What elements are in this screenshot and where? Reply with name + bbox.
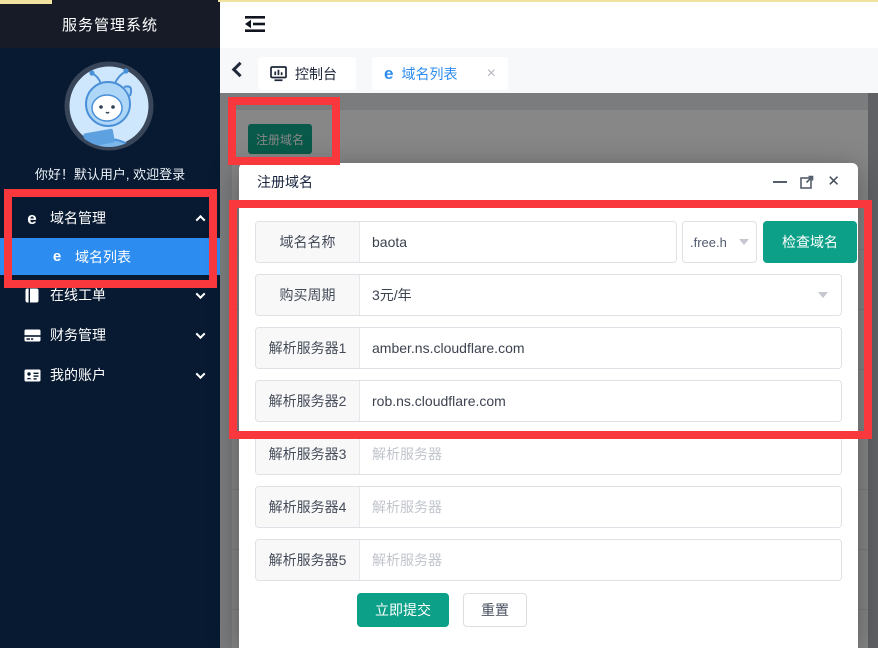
app-window: 服务管理系统 你好！默认用户, 欢迎登录 xyxy=(0,0,878,648)
e-globe-icon: e xyxy=(22,210,42,227)
domain-name-group: 域名名称 xyxy=(255,221,677,263)
form-row-dns4: 解析服务器4 xyxy=(255,486,842,528)
field-label: 解析服务器5 xyxy=(256,540,360,580)
sidebar-item-label: 我的账户 xyxy=(50,365,106,385)
field-label: 域名名称 xyxy=(256,222,360,262)
form-row-dns2: 解析服务器2 xyxy=(255,380,842,422)
reset-button[interactable]: 重置 xyxy=(463,593,527,627)
menu-fold-icon[interactable] xyxy=(244,14,266,34)
tab-domain-list[interactable]: e 域名列表 × xyxy=(372,57,508,90)
sidebar-item-my-account[interactable]: 我的账户 xyxy=(0,355,220,395)
field-label: 解析服务器1 xyxy=(256,328,360,368)
sidebar-menu: e 域名管理 e 域名列表 在线工单 xyxy=(0,198,220,395)
form-row-dns1: 解析服务器1 xyxy=(255,327,842,369)
tab-close-icon[interactable]: × xyxy=(487,66,496,82)
tab-label: 控制台 xyxy=(295,64,337,84)
topbar xyxy=(220,0,878,48)
form-row-domain-name: 域名名称 .free.h 检查域名 xyxy=(255,221,857,263)
sidebar-subitem-label: 域名列表 xyxy=(75,247,131,267)
dns-server-1-input[interactable] xyxy=(360,328,841,368)
domain-name-input[interactable] xyxy=(360,222,676,262)
e-globe-icon: e xyxy=(384,65,393,82)
modal-header[interactable]: 注册域名 ✕ xyxy=(239,163,858,201)
modal-close-icon[interactable]: ✕ xyxy=(827,174,840,189)
chevron-down-icon xyxy=(196,329,206,339)
dns-server-3-input[interactable] xyxy=(360,434,841,474)
modal-window-controls: ✕ xyxy=(773,174,840,189)
app-title: 服务管理系统 xyxy=(0,0,220,48)
field-label: 解析服务器4 xyxy=(256,487,360,527)
form-row-purchase-cycle: 购买周期 3元/年 xyxy=(255,274,842,316)
avatar xyxy=(64,61,154,151)
minimize-icon[interactable] xyxy=(773,181,787,183)
console-monitor-icon xyxy=(270,66,287,82)
sidebar-item-domain-list[interactable]: e 域名列表 xyxy=(0,238,220,275)
maximize-icon[interactable] xyxy=(800,175,814,189)
form-row-dns5: 解析服务器5 xyxy=(255,539,842,581)
sidebar: 服务管理系统 你好！默认用户, 欢迎登录 xyxy=(0,0,220,648)
check-domain-button[interactable]: 检查域名 xyxy=(763,221,857,263)
sidebar-item-label: 域名管理 xyxy=(50,208,106,228)
register-domain-form: 域名名称 .free.h 检查域名 购买周期 3元/年 xyxy=(239,201,858,627)
submit-button[interactable]: 立即提交 xyxy=(357,593,449,627)
tabs-back-chevron-icon[interactable] xyxy=(232,62,248,78)
purchase-cycle-select[interactable]: 购买周期 3元/年 xyxy=(255,274,842,316)
field-label: 解析服务器3 xyxy=(256,434,360,474)
tab-bar: 控制台 e 域名列表 × xyxy=(220,48,878,93)
chevron-down-icon xyxy=(818,292,828,298)
chevron-down-icon xyxy=(196,289,206,299)
tab-label: 域名列表 xyxy=(401,64,457,84)
sidebar-item-domain-management[interactable]: e 域名管理 xyxy=(0,198,220,238)
modal-title: 注册域名 xyxy=(257,172,313,192)
dns-server-5-input[interactable] xyxy=(360,540,841,580)
tld-select-value: .free.h xyxy=(690,235,727,250)
tld-select[interactable]: .free.h xyxy=(682,221,757,263)
dns-server-4-input[interactable] xyxy=(360,487,841,527)
purchase-cycle-value: 3元/年 xyxy=(360,275,841,315)
sidebar-item-label: 财务管理 xyxy=(50,325,106,345)
chevron-down-icon xyxy=(739,239,749,245)
sidebar-item-label: 在线工单 xyxy=(50,285,106,305)
sidebar-item-finance[interactable]: 财务管理 xyxy=(0,315,220,355)
top-accent-strip-left xyxy=(0,0,52,4)
form-actions: 立即提交 重置 xyxy=(357,593,842,627)
credit-card-icon xyxy=(22,329,42,342)
field-label: 购买周期 xyxy=(256,275,360,315)
id-card-icon xyxy=(22,369,42,382)
register-domain-modal: 注册域名 ✕ 域名名称 .free.h xyxy=(239,163,858,648)
chevron-down-icon xyxy=(196,369,206,379)
user-greeting: 你好！默认用户, 欢迎登录 xyxy=(0,164,220,183)
field-label: 解析服务器2 xyxy=(256,381,360,421)
dns-server-2-input[interactable] xyxy=(360,381,841,421)
e-globe-icon: e xyxy=(47,249,67,264)
sidebar-item-work-orders[interactable]: 在线工单 xyxy=(0,275,220,315)
mascot-avatar-icon xyxy=(64,61,154,151)
form-row-dns3: 解析服务器3 xyxy=(255,433,842,475)
top-accent-strip-right xyxy=(218,0,878,2)
chevron-up-icon xyxy=(196,214,206,224)
book-icon xyxy=(22,288,42,303)
tab-console[interactable]: 控制台 xyxy=(258,57,356,90)
